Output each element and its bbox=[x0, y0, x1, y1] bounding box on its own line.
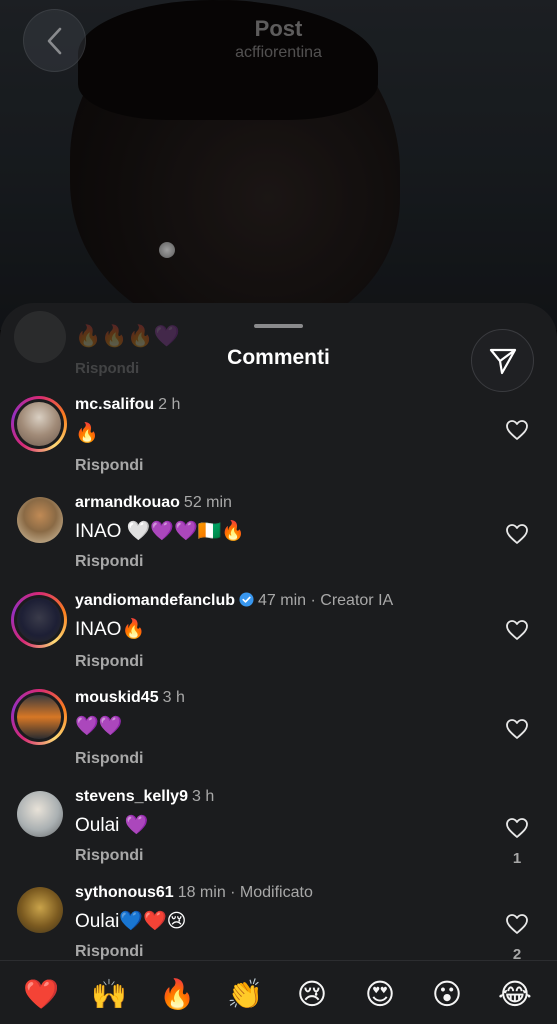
avatar-story-ring[interactable] bbox=[11, 592, 67, 648]
avatar-story-ring[interactable] bbox=[11, 689, 67, 745]
avatar bbox=[17, 695, 61, 739]
reply-link[interactable]: Rispondi bbox=[75, 553, 143, 571]
comment-text: Oulai💙❤️😢 bbox=[75, 911, 187, 932]
paper-plane-icon bbox=[489, 348, 516, 374]
avatar[interactable] bbox=[17, 791, 63, 837]
comment-item: stevens_kelly9 3 h Oulai 💜 Rispondi 1 bbox=[0, 788, 557, 886]
comment-username[interactable]: armandkouao bbox=[75, 494, 180, 511]
heart-icon[interactable] bbox=[505, 717, 529, 741]
comment-text: INAO🔥 bbox=[75, 619, 146, 640]
comment-text: Oulai 💜 bbox=[75, 815, 149, 836]
emoji-laughing-button[interactable]: 😂 bbox=[495, 975, 535, 1015]
drag-handle[interactable] bbox=[254, 324, 303, 328]
reply-link[interactable]: Rispondi bbox=[75, 653, 143, 671]
reply-link[interactable]: Rispondi bbox=[75, 847, 143, 865]
comment-time: 3 h bbox=[162, 689, 185, 706]
comment-text: 💜💜 bbox=[75, 716, 123, 737]
heart-icon[interactable] bbox=[505, 816, 529, 840]
emoji-fire-button[interactable]: 🔥 bbox=[157, 975, 197, 1015]
comment-item: mc.salifou 2 h 🔥 Rispondi bbox=[0, 396, 557, 494]
comment-time: 3 h bbox=[191, 788, 215, 805]
reply-link[interactable]: Rispondi bbox=[75, 943, 143, 961]
heart-icon[interactable] bbox=[505, 618, 529, 642]
comment-time: 2 h bbox=[158, 396, 181, 413]
emoji-crying-button[interactable]: 😢 bbox=[292, 975, 332, 1015]
avatar[interactable] bbox=[17, 887, 63, 933]
verified-badge-icon bbox=[239, 592, 254, 607]
reply-link[interactable]: Rispondi bbox=[75, 457, 143, 475]
emoji-heart-eyes-button[interactable]: 😍 bbox=[360, 975, 400, 1015]
avatar[interactable] bbox=[17, 497, 63, 543]
share-button[interactable] bbox=[471, 329, 534, 392]
page-subtitle: acffiorentina bbox=[235, 44, 322, 61]
avatar bbox=[17, 402, 61, 446]
emoji-reaction-bar: ❤️ 🙌 🔥 👏 😢 😍 😮 😂 bbox=[0, 960, 557, 1024]
heart-icon[interactable] bbox=[505, 912, 529, 936]
emoji-clap-button[interactable]: 👏 bbox=[225, 975, 265, 1015]
emoji-raised-hands-button[interactable]: 🙌 bbox=[89, 975, 129, 1015]
comment-text: 🔥 bbox=[75, 423, 99, 444]
comment-time: 47 min · Creator IA bbox=[258, 592, 394, 609]
avatar-story-ring[interactable] bbox=[11, 396, 67, 452]
comment-text: INAO 🤍💜💜🇨🇮🔥 bbox=[75, 521, 246, 542]
top-bar: Post acffiorentina bbox=[0, 0, 557, 80]
avatar bbox=[17, 598, 61, 642]
comment-username[interactable]: stevens_kelly9 bbox=[75, 788, 188, 805]
comment-username[interactable]: mc.salifou bbox=[75, 396, 154, 413]
heart-icon[interactable] bbox=[505, 418, 529, 442]
comment-item: yandiomandefanclub 47 min · Creator IA IN… bbox=[0, 592, 557, 690]
like-count: 1 bbox=[512, 850, 522, 867]
comment-username[interactable]: mouskid45 bbox=[75, 689, 159, 706]
page-title: Post bbox=[254, 16, 303, 41]
emoji-surprised-button[interactable]: 😮 bbox=[427, 975, 467, 1015]
comment-item: mouskid45 3 h 💜💜 Rispondi bbox=[0, 689, 557, 787]
comment-time: 18 min · Modificato bbox=[177, 884, 313, 901]
comment-username[interactable]: yandiomandefanclub bbox=[75, 592, 235, 609]
comment-username[interactable]: sythonous61 bbox=[75, 884, 174, 901]
comment-time: 52 min bbox=[183, 494, 232, 511]
reply-link[interactable]: Rispondi bbox=[75, 750, 143, 768]
emoji-heart-button[interactable]: ❤️ bbox=[21, 975, 61, 1015]
heart-icon[interactable] bbox=[505, 522, 529, 546]
comment-item: armandkouao 52 min INAO 🤍💜💜🇨🇮🔥 Rispondi bbox=[0, 494, 557, 592]
